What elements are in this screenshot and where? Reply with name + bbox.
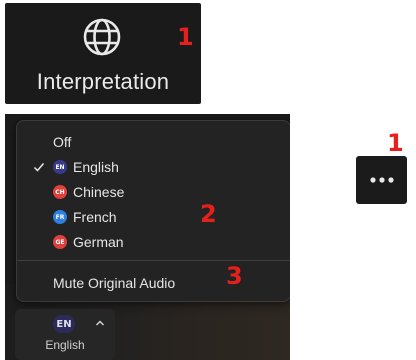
interpretation-label: Interpretation: [36, 69, 170, 94]
interpretation-button[interactable]: Interpretation: [5, 3, 201, 104]
step-number-1: 1: [177, 23, 194, 51]
german-badge: GE: [53, 235, 67, 249]
chinese-badge: CH: [53, 185, 67, 199]
menu-item-off[interactable]: Off: [53, 134, 71, 150]
step-number-1-more: 1: [387, 129, 404, 157]
language-name: German: [73, 234, 124, 250]
language-label: English: [45, 338, 85, 352]
checkmark-icon: [33, 163, 45, 172]
meeting-area: Off EN English CH Chinese FR French GE G…: [5, 114, 290, 360]
more-icon: [370, 177, 394, 183]
interpretation-menu: Off EN English CH Chinese FR French GE G…: [16, 120, 290, 302]
chevron-up-icon: [95, 320, 105, 326]
language-selector-button[interactable]: EN English: [15, 309, 115, 360]
mute-original-audio-item[interactable]: Mute Original Audio: [53, 275, 175, 291]
menu-item-german[interactable]: GE German: [31, 232, 271, 254]
language-name: French: [73, 209, 117, 225]
language-badge: EN: [53, 315, 75, 333]
menu-item-english[interactable]: EN English: [31, 157, 271, 179]
language-name: Chinese: [73, 184, 125, 200]
step-number-2: 2: [200, 200, 217, 228]
menu-item-french[interactable]: FR French: [31, 207, 271, 229]
more-button[interactable]: [356, 156, 407, 204]
menu-item-chinese[interactable]: CH Chinese: [31, 182, 271, 204]
english-badge: EN: [53, 160, 67, 174]
globe-icon: [83, 18, 121, 56]
french-badge: FR: [53, 210, 67, 224]
language-name: English: [73, 159, 119, 175]
step-number-3: 3: [226, 262, 243, 290]
menu-divider: [17, 260, 290, 261]
